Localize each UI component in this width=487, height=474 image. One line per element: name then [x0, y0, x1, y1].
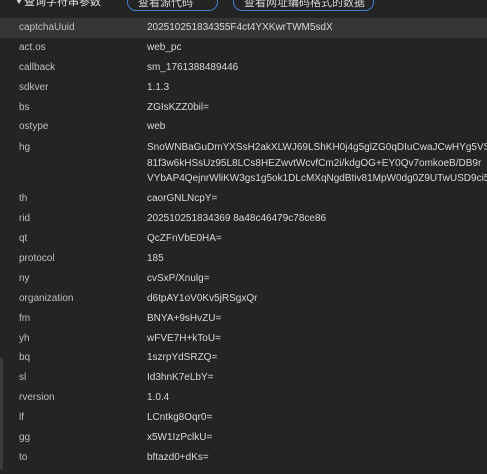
param-row-th: th caorGNLNcpY=: [0, 189, 487, 209]
param-value: cvSxP/Xnulg=: [147, 272, 210, 284]
param-row-hg: hg SnoWNBaGuDmYXSsH2akXLWJ69LShKH0j4g5gl…: [0, 137, 487, 189]
param-key: ostype: [19, 121, 49, 133]
param-key: callback: [19, 61, 56, 73]
param-value: LCntkg8Oqr0=: [147, 412, 213, 424]
param-row-organization: organization d6tpAY1oV0Kv5jRSgxQr: [0, 289, 487, 309]
param-key: qt: [19, 233, 28, 245]
param-key: hg: [19, 142, 31, 154]
param-key: captchaUuid: [19, 22, 75, 33]
param-key: organization: [19, 292, 74, 304]
query-params-toggle[interactable]: 查询字符串参数: [16, 0, 101, 9]
section-title: 查询字符串参数: [24, 0, 101, 8]
param-key: to: [19, 451, 28, 463]
param-value: caorGNLNcpY=: [147, 193, 218, 205]
param-key: sl: [19, 372, 27, 384]
param-key: ny: [19, 272, 30, 284]
query-params-list: captchaUuid 202510251834355F4ct4YXKwrTWM…: [0, 18, 487, 468]
expand-triangle-icon: [16, 0, 22, 4]
param-value: ZGIsKZZ0bil=: [147, 101, 209, 113]
param-row-ny: ny cvSxP/Xnulg=: [0, 269, 487, 289]
param-key: yh: [19, 332, 30, 344]
param-key: rversion: [19, 392, 55, 404]
param-row-rid: rid 202510251834369 8a48c46479c78ce86: [0, 209, 487, 229]
param-value: SnoWNBaGuDmYXSsH2akXLWJ69LShKH0j4g5glZG0…: [147, 142, 487, 185]
param-value: x5W1IzPclkU=: [147, 432, 213, 444]
param-value: web_pc: [147, 41, 182, 53]
param-row-to: to bftazd0+dKs=: [0, 448, 487, 468]
param-row-yh: yh wFVE7H+kToU=: [0, 329, 487, 349]
param-row-callback: callback sm_1761388489446: [0, 58, 487, 78]
query-params-header: 查询字符串参数 查看源代码 查看网址编码格式的数据: [0, 0, 487, 11]
param-value: 202510251834355F4ct4YXKwrTWM5sdX: [147, 22, 333, 33]
param-value: d6tpAY1oV0Kv5jRSgxQr: [147, 292, 258, 304]
param-value: wFVE7H+kToU=: [147, 332, 221, 344]
param-value: 1szrpYdSRZQ=: [147, 352, 218, 364]
param-value: web: [147, 121, 166, 133]
panel-edge-divider: [0, 358, 3, 470]
param-key: bs: [19, 101, 30, 113]
param-value: BNYA+9sHvZU=: [147, 312, 222, 324]
param-value: 185: [147, 253, 164, 265]
param-value: Id3hnK7eLbY=: [147, 372, 214, 384]
param-row-sdkver: sdkver 1.1.3: [0, 78, 487, 98]
view-source-button[interactable]: 查看源代码: [127, 0, 218, 11]
param-row-bq: bq 1szrpYdSRZQ=: [0, 348, 487, 368]
param-key: act.os: [19, 41, 46, 53]
param-value: 1.1.3: [147, 81, 170, 93]
param-key: bq: [19, 352, 31, 364]
param-value: 202510251834369 8a48c46479c78ce86: [147, 213, 327, 225]
param-key: protocol: [19, 253, 55, 265]
param-key: sdkver: [19, 81, 49, 93]
param-key: fm: [19, 312, 31, 324]
param-row-protocol: protocol 185: [0, 249, 487, 269]
param-value: 1.0.4: [147, 392, 170, 404]
param-row-qt: qt QcZFnVbE0HA=: [0, 229, 487, 249]
param-row-sl: sl Id3hnK7eLbY=: [0, 368, 487, 388]
param-value: QcZFnVbE0HA=: [147, 233, 222, 245]
param-row-act-os: act.os web_pc: [0, 38, 487, 58]
param-row-ostype: ostype web: [0, 117, 487, 137]
param-row-captchaUuid: captchaUuid 202510251834355F4ct4YXKwrTWM…: [0, 18, 487, 38]
param-row-bs: bs ZGIsKZZ0bil=: [0, 98, 487, 118]
view-url-decoded-button[interactable]: 查看网址编码格式的数据: [233, 0, 374, 11]
param-value: bftazd0+dKs=: [147, 451, 209, 463]
param-row-gg: gg x5W1IzPclkU=: [0, 428, 487, 448]
param-key: rid: [19, 213, 31, 225]
param-row-fm: fm BNYA+9sHvZU=: [0, 309, 487, 329]
param-row-lf: lf LCntkg8Oqr0=: [0, 408, 487, 428]
param-key: lf: [19, 412, 24, 424]
param-key: th: [19, 193, 28, 205]
param-key: gg: [19, 432, 31, 444]
param-value: sm_1761388489446: [147, 61, 239, 73]
param-row-rversion: rversion 1.0.4: [0, 388, 487, 408]
